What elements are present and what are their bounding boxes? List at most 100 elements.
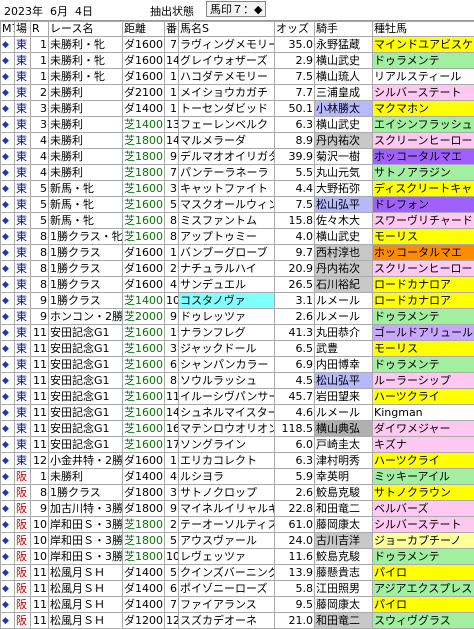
row-mark-cell[interactable]: ◆	[1, 261, 15, 277]
jockey-cell: 横山典弘	[315, 421, 373, 437]
horse-name-cell: バンブーグローブ	[179, 245, 275, 261]
table-row[interactable]: ◆東11安田記念G1芝160014シュネルマイスター4.6ルメールKingman	[1, 405, 474, 421]
table-row[interactable]: ◆東5新馬・牝芝16003キャットファイト4.4大野拓弥ディスクリートキャット	[1, 181, 474, 197]
table-row[interactable]: ◆東2未勝利ダ21001メイショウカガチ7.7三浦皇成シルバーステート	[1, 85, 474, 101]
row-mark-cell[interactable]: ◆	[1, 37, 15, 53]
row-mark-cell[interactable]: ◆	[1, 277, 15, 293]
row-mark-cell[interactable]: ◆	[1, 421, 15, 437]
table-row[interactable]: ◆東81勝クラスダ16002ナチュラルハイ20.9丹内祐次スクリーンヒーロー	[1, 261, 474, 277]
row-mark-cell[interactable]: ◆	[1, 613, 15, 629]
table-row[interactable]: ◆東4未勝利芝18007パンテーラネーラ5.5丸山元気サトノアラジン	[1, 165, 474, 181]
horse-number-cell: 8	[165, 373, 179, 389]
row-mark-cell[interactable]: ◆	[1, 533, 15, 549]
table-row[interactable]: ◆阪10岸和田Ｓ・3勝芝18002テーオーソルティス61.0藤岡康太シルバーステ…	[1, 517, 474, 533]
table-row[interactable]: ◆阪81勝クラスダ18003サトノクロップ2.6鮫島克駿サトノクラウン	[1, 485, 474, 501]
col-header-odds[interactable]: オッズ	[275, 22, 315, 37]
table-row[interactable]: ◆東5新馬・牝芝16008ミスファントム15.8佐々木大スワーヴリチャード	[1, 213, 474, 229]
table-row[interactable]: ◆阪11松風月ＳＨダ14005クインズバーニング13.9藤懸貴志パイロ	[1, 565, 474, 581]
col-header-distance[interactable]: 距離	[123, 22, 165, 37]
row-mark-cell[interactable]: ◆	[1, 517, 15, 533]
table-row[interactable]: ◆阪11松風月ＳＨダ14007ファイアランス9.5藤岡康太パイロ	[1, 597, 474, 613]
table-row[interactable]: ◆阪10岸和田Ｓ・3勝芝18005アウスヴァール24.0古川吉洋ジョーカプチーノ	[1, 533, 474, 549]
table-row[interactable]: ◆東3未勝利芝140013フェーレンベルク6.3横山武史エイシンフラッシュ	[1, 117, 474, 133]
row-mark-cell[interactable]: ◆	[1, 469, 15, 485]
col-header-horse[interactable]: 馬名S	[179, 22, 275, 37]
table-row[interactable]: ◆東5新馬・牝芝16005マスクオールウィン7.5松山弘平ドレフォン	[1, 197, 474, 213]
row-mark-cell[interactable]: ◆	[1, 213, 15, 229]
row-mark-cell[interactable]: ◆	[1, 405, 15, 421]
row-mark-cell[interactable]: ◆	[1, 245, 15, 261]
table-row[interactable]: ◆東11安田記念G1芝16003ジャックドール6.5武豊モーリス	[1, 341, 474, 357]
horse-number-cell: 3	[165, 181, 179, 197]
table-row[interactable]: ◆東1未勝利・牝ダ16001ハコダテメモリー7.5横山琉人リアルスティール	[1, 69, 474, 85]
table-row[interactable]: ◆阪10岸和田Ｓ・3勝芝180010レヴェッツァ11.6鮫島克駿ドゥラメンテ	[1, 549, 474, 565]
table-row[interactable]: ◆阪1未勝利ダ14004ルシヨラ5.9幸英明ミッキーアイル	[1, 469, 474, 485]
col-header-venue[interactable]: 場	[15, 22, 31, 37]
row-mark-cell[interactable]: ◆	[1, 597, 15, 613]
distance-cell: ダ1600	[123, 69, 165, 85]
table-row[interactable]: ◆東1未勝利・牝ダ160014グレイウォザーズ2.9横山武史ドゥラメンテ	[1, 53, 474, 69]
row-mark-cell[interactable]: ◆	[1, 181, 15, 197]
table-row[interactable]: ◆東81勝クラスダ16001バンブーグローブ9.7西村淳也ホッコータルマエ	[1, 245, 474, 261]
row-mark-cell[interactable]: ◆	[1, 165, 15, 181]
row-mark-cell[interactable]: ◆	[1, 149, 15, 165]
col-header-jockey[interactable]: 騎手	[315, 22, 373, 37]
table-row[interactable]: ◆東4未勝利芝180014マルメラーダ8.9丹内祐次スクリーンヒーロー	[1, 133, 474, 149]
table-row[interactable]: ◆東91勝クラス芝140010コスタノヴァ3.1ルメールロードカナロア	[1, 293, 474, 309]
table-row[interactable]: ◆東1未勝利・牝ダ16007ラヴィングメモリー35.0永野猛蔵マインドユアビスケ…	[1, 37, 474, 53]
horse-mark-selector[interactable]: 馬印７：◆	[206, 1, 266, 17]
row-mark-cell[interactable]: ◆	[1, 117, 15, 133]
col-header-number[interactable]: 番	[165, 22, 179, 37]
row-mark-cell[interactable]: ◆	[1, 437, 15, 453]
row-mark-cell[interactable]: ◆	[1, 133, 15, 149]
table-row[interactable]: ◆東11安田記念G1芝160017ソングライン6.0戸崎圭太キズナ	[1, 437, 474, 453]
table-row[interactable]: ◆東81勝クラス・牝芝16008アップトゥミー4.0横山武史モーリス	[1, 229, 474, 245]
race-number-cell: 11	[31, 357, 49, 373]
col-header-race-no[interactable]: R	[31, 22, 49, 37]
sire-cell: ミッキーアイル	[373, 469, 474, 485]
venue-cell: 阪	[15, 549, 31, 565]
row-mark-cell[interactable]: ◆	[1, 373, 15, 389]
row-mark-cell[interactable]: ◆	[1, 357, 15, 373]
row-mark-cell[interactable]: ◆	[1, 293, 15, 309]
race-name-cell: 新馬・牝	[49, 197, 123, 213]
table-row[interactable]: ◆阪9加古川特・3勝ダ18009マイネルイリャルギ22.8和田竜二ベルバーズ	[1, 501, 474, 517]
race-name-cell: 未勝利	[49, 117, 123, 133]
row-mark-cell[interactable]: ◆	[1, 501, 15, 517]
odds-cell: 61.0	[275, 517, 315, 533]
odds-cell: 35.0	[275, 37, 315, 53]
col-header-race-name[interactable]: レース名	[49, 22, 123, 37]
table-row[interactable]: ◆東11安田記念G1芝16001ナランフレグ41.3丸田恭介ゴールドアリュール	[1, 325, 474, 341]
row-mark-cell[interactable]: ◆	[1, 229, 15, 245]
col-header-m7[interactable]: M7	[1, 22, 15, 37]
row-mark-cell[interactable]: ◆	[1, 341, 15, 357]
row-mark-cell[interactable]: ◆	[1, 309, 15, 325]
col-header-sire[interactable]: 種牡馬	[373, 22, 474, 37]
table-row[interactable]: ◆東11安田記念G1芝16006シャンパンカラー6.9内田博幸ドゥラメンテ	[1, 357, 474, 373]
row-mark-cell[interactable]: ◆	[1, 389, 15, 405]
row-mark-cell[interactable]: ◆	[1, 453, 15, 469]
table-row[interactable]: ◆阪11松風月ＳＨダ120012スズカデオーネ21.0和田竜二スウィヴグラス	[1, 613, 474, 629]
table-row[interactable]: ◆東11安田記念G1芝16008ソウルラッシュ4.5松山弘平ルーラーシップ	[1, 373, 474, 389]
race-number-cell: 5	[31, 197, 49, 213]
table-row[interactable]: ◆東3未勝利ダ14001トーセンダビッド50.1小林勝太マクマホン	[1, 101, 474, 117]
row-mark-cell[interactable]: ◆	[1, 581, 15, 597]
row-mark-cell[interactable]: ◆	[1, 101, 15, 117]
jockey-cell: 丹内祐次	[315, 133, 373, 149]
table-row[interactable]: ◆阪11松風月ＳＨダ14006ポイゾニーローズ5.8江田照男アジアエクスプレス	[1, 581, 474, 597]
row-mark-cell[interactable]: ◆	[1, 565, 15, 581]
table-row[interactable]: ◆東11安田記念G1芝160016マテンロウオリオン118.5横山典弘ダイワメジ…	[1, 421, 474, 437]
extract-status-label[interactable]: 抽出状態	[150, 3, 194, 19]
row-mark-cell[interactable]: ◆	[1, 485, 15, 501]
table-row[interactable]: ◆東12小金井特・2勝ダ16001エリカコレクト6.3津村明秀ハーツクライ	[1, 453, 474, 469]
row-mark-cell[interactable]: ◆	[1, 325, 15, 341]
table-row[interactable]: ◆東81勝クラスダ16004サンデュエル26.5石川裕紀ロードカナロア	[1, 277, 474, 293]
table-row[interactable]: ◆東4未勝利芝18009デルマオオイリガタ39.9菊沢一樹ホッコータルマエ	[1, 149, 474, 165]
row-mark-cell[interactable]: ◆	[1, 85, 15, 101]
row-mark-cell[interactable]: ◆	[1, 197, 15, 213]
table-row[interactable]: ◆東11安田記念G1芝160011イルーシヴパンサー45.7岩田望来ハーツクライ	[1, 389, 474, 405]
row-mark-cell[interactable]: ◆	[1, 69, 15, 85]
table-row[interactable]: ◆東9ホンコン・2勝芝20009ドゥレッツァ2.6ルメールドゥラメンテ	[1, 309, 474, 325]
row-mark-cell[interactable]: ◆	[1, 549, 15, 565]
row-mark-cell[interactable]: ◆	[1, 53, 15, 69]
